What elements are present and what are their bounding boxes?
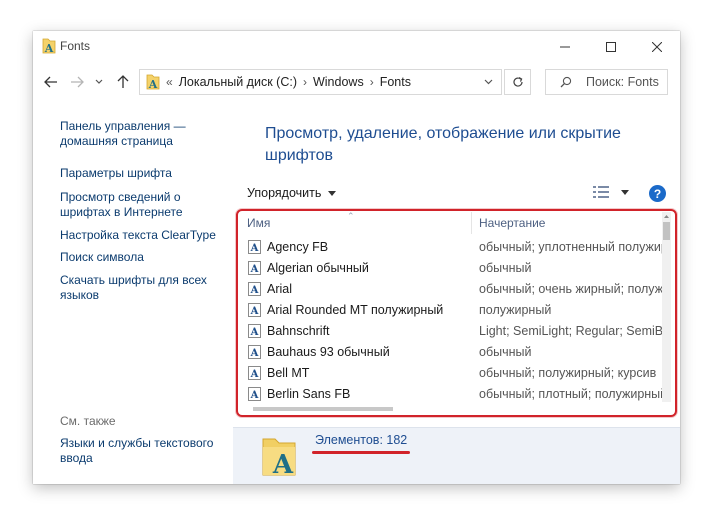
list-highlight-frame: [236, 209, 677, 417]
up-button[interactable]: [112, 70, 134, 94]
refresh-button[interactable]: [504, 69, 531, 95]
maximize-button[interactable]: [588, 33, 634, 61]
font-info-online-link[interactable]: Просмотр сведений о шрифтах в Интернете: [60, 190, 225, 220]
download-fonts-link[interactable]: Скачать шрифты для всех языков: [60, 273, 225, 303]
dropdown-arrow-icon: [621, 189, 629, 195]
svg-text:A: A: [272, 450, 294, 477]
fonts-window: A Fonts A « Локальный диск (C:) › Window…: [33, 31, 680, 484]
fonts-folder-icon: A: [146, 74, 160, 90]
change-view-button[interactable]: [593, 186, 629, 198]
window-title: Fonts: [60, 39, 91, 53]
breadcrumb-local-disk[interactable]: Локальный диск (C:): [179, 75, 297, 89]
chevron-down-icon: [95, 79, 103, 84]
forward-button[interactable]: [66, 70, 88, 94]
maximize-icon: [606, 42, 616, 52]
help-button[interactable]: ?: [649, 185, 666, 202]
back-button[interactable]: [40, 70, 62, 94]
breadcrumb-fonts[interactable]: Fonts: [380, 75, 411, 89]
recent-locations-button[interactable]: [91, 70, 107, 94]
close-icon: [652, 42, 662, 52]
chevron-down-icon: [484, 79, 492, 85]
control-panel-home-link[interactable]: Панель управления — домашняя страница: [60, 119, 225, 149]
address-dropdown-button[interactable]: [475, 70, 501, 94]
search-icon: [560, 76, 572, 88]
up-arrow-icon: [117, 75, 129, 88]
details-pane: A Элементов: 182: [233, 427, 680, 484]
refresh-icon: [512, 76, 523, 87]
close-button[interactable]: [634, 33, 680, 61]
svg-text:A: A: [44, 42, 54, 54]
view-details-icon: [593, 186, 609, 198]
organize-label: Упорядочить: [247, 186, 322, 200]
breadcrumb-separator[interactable]: ›: [303, 75, 307, 89]
breadcrumb-windows[interactable]: Windows: [313, 75, 364, 89]
page-heading: Просмотр, удаление, отображение или скры…: [265, 125, 621, 164]
fonts-folder-icon: A: [42, 38, 56, 54]
left-panel: Панель управления — домашняя страница Па…: [33, 97, 233, 484]
organize-button[interactable]: Упорядочить: [247, 186, 337, 200]
text-input-services-link[interactable]: Языки и службы текстового ввода: [60, 436, 225, 466]
search-placeholder: Поиск: Fonts: [586, 75, 659, 89]
command-bar: Упорядочить ?: [233, 181, 680, 207]
breadcrumb-overflow[interactable]: «: [166, 75, 173, 89]
minimize-button[interactable]: [542, 33, 588, 61]
see-also-label: См. также: [60, 414, 116, 428]
minimize-icon: [560, 46, 570, 48]
search-input[interactable]: Поиск: Fonts: [545, 69, 668, 95]
count-highlight-underline: [312, 451, 410, 454]
find-character-link[interactable]: Поиск символа: [60, 250, 225, 265]
fonts-folder-icon: A: [262, 438, 296, 477]
navigation-bar: A « Локальный диск (C:) › Windows › Font…: [33, 67, 680, 97]
cleartype-link[interactable]: Настройка текста ClearType: [60, 228, 225, 243]
breadcrumb-separator[interactable]: ›: [370, 75, 374, 89]
back-arrow-icon: [44, 76, 57, 88]
title-bar: A Fonts: [33, 31, 680, 61]
svg-text:A: A: [148, 78, 158, 90]
font-settings-link[interactable]: Параметры шрифта: [60, 166, 225, 181]
item-count: Элементов: 182: [315, 433, 408, 447]
forward-arrow-icon: [71, 76, 84, 88]
dropdown-arrow-icon: [328, 190, 337, 196]
address-bar[interactable]: A « Локальный диск (C:) › Windows › Font…: [139, 69, 502, 95]
